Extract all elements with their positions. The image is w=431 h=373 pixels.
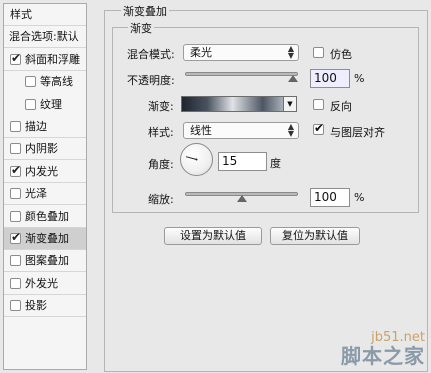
style-item-label: 内阴影 xyxy=(25,142,58,155)
reverse-label: 反向 xyxy=(330,100,352,113)
style-item-checkbox[interactable]: ✔ xyxy=(10,163,22,177)
align-with-layer-label: 与图层对齐 xyxy=(330,126,385,139)
styles-list: 样式 混合选项:默认 ✔ 斜面和浮雕 等高线 纹理 描边 内阴影 ✔ 内发光 光泽 颜色叠加 ✔ 渐变叠… xyxy=(3,3,87,370)
style-item-label: 纹理 xyxy=(40,98,62,111)
checkmark-icon: ✔ xyxy=(11,230,22,244)
make-default-button[interactable]: 设置为默认值 xyxy=(164,227,262,245)
style-item[interactable]: 内阴影 xyxy=(4,138,86,160)
dither-checkbox[interactable] xyxy=(313,47,324,58)
style-item[interactable]: ✔ 渐变叠加 xyxy=(4,228,86,250)
reverse-checkbox[interactable] xyxy=(313,99,324,110)
style-item[interactable]: 纹理 xyxy=(4,94,86,116)
align-with-layer-checkbox[interactable]: ✔ xyxy=(313,121,325,135)
angle-unit: 度 xyxy=(270,157,281,170)
style-item-label: 描边 xyxy=(25,120,47,133)
style-item-checkbox[interactable] xyxy=(10,121,21,132)
style-item-checkbox[interactable] xyxy=(25,99,36,110)
gradient-dropdown-icon[interactable]: ▼ xyxy=(284,96,297,112)
style-item-label: 外发光 xyxy=(25,277,58,290)
opacity-slider-thumb[interactable] xyxy=(288,75,298,82)
style-item-label: 颜色叠加 xyxy=(25,210,69,223)
opacity-input[interactable]: 100 xyxy=(310,69,350,88)
subgroup-title: 渐变 xyxy=(128,20,154,36)
style-item[interactable]: 等高线 xyxy=(4,71,86,93)
scale-slider-thumb[interactable] xyxy=(236,195,247,202)
checkmark-icon: ✔ xyxy=(11,163,22,177)
opacity-unit: % xyxy=(354,72,365,85)
updown-arrows-icon: ▲ ▼ xyxy=(287,44,294,60)
style-select[interactable]: 线性 ▲ ▼ xyxy=(183,122,299,139)
style-item-label: 光泽 xyxy=(25,187,47,200)
style-item-label: 混合选项:默认 xyxy=(9,30,79,43)
style-item[interactable]: 投影 xyxy=(4,295,86,317)
style-item-checkbox[interactable] xyxy=(10,211,21,222)
opacity-slider[interactable] xyxy=(185,72,298,76)
style-item-checkbox[interactable]: ✔ xyxy=(10,230,22,244)
style-item[interactable]: ✔ 内发光 xyxy=(4,161,86,183)
dither-label: 仿色 xyxy=(330,48,352,61)
style-item[interactable]: 光泽 xyxy=(4,183,86,205)
style-item[interactable]: 颜色叠加 xyxy=(4,206,86,228)
opacity-label: 不透明度: xyxy=(127,74,175,87)
style-item[interactable]: 描边 xyxy=(4,116,86,138)
style-item-checkbox[interactable] xyxy=(10,143,21,154)
checkmark-icon: ✔ xyxy=(314,121,325,135)
style-item-checkbox[interactable]: ✔ xyxy=(10,51,22,65)
style-item[interactable]: 外发光 xyxy=(4,273,86,295)
style-item-label: 投影 xyxy=(25,299,47,312)
angle-dial[interactable] xyxy=(180,143,213,176)
blend-mode-select[interactable]: 柔光 ▲ ▼ xyxy=(183,44,299,61)
style-item-checkbox[interactable] xyxy=(10,188,21,199)
style-item-label: 图案叠加 xyxy=(25,254,69,267)
style-item-checkbox[interactable] xyxy=(10,300,21,311)
style-item-checkbox[interactable] xyxy=(10,255,21,266)
style-item-checkbox[interactable] xyxy=(10,278,21,289)
style-item-label: 斜面和浮雕 xyxy=(25,53,80,66)
scale-input[interactable]: 100 xyxy=(310,188,350,207)
angle-label: 角度: xyxy=(148,158,174,171)
styles-header: 样式 xyxy=(4,4,86,26)
gradient-label: 渐变: xyxy=(148,100,174,113)
angle-needle-icon xyxy=(185,156,198,161)
scale-unit: % xyxy=(354,191,365,204)
style-item-label: 渐变叠加 xyxy=(25,232,69,245)
angle-input[interactable]: 15 xyxy=(218,152,267,171)
watermark-brand: 脚本之家 xyxy=(341,344,425,368)
style-item-checkbox[interactable] xyxy=(25,76,36,87)
blend-mode-label: 混合模式: xyxy=(127,48,175,61)
style-item[interactable]: 图案叠加 xyxy=(4,250,86,272)
group-title: 渐变叠加 xyxy=(121,3,169,19)
checkmark-icon: ✔ xyxy=(11,51,22,65)
gradient-swatch[interactable] xyxy=(181,96,284,112)
style-label: 样式: xyxy=(148,126,174,139)
updown-arrows-icon: ▲ ▼ xyxy=(287,122,294,138)
style-item-label: 内发光 xyxy=(25,165,58,178)
style-item[interactable]: 混合选项:默认 xyxy=(4,26,86,48)
style-item[interactable]: ✔ 斜面和浮雕 xyxy=(4,49,86,71)
reset-default-button[interactable]: 复位为默认值 xyxy=(270,227,360,245)
scale-label: 缩放: xyxy=(148,193,174,206)
style-item-label: 等高线 xyxy=(40,75,73,88)
